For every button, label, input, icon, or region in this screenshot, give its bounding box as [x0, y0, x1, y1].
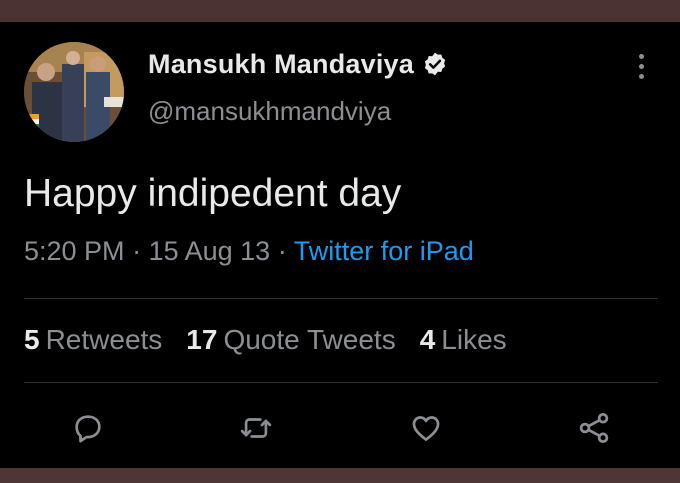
quote-tweets-label: Quote Tweets: [223, 324, 396, 355]
divider: [24, 382, 658, 383]
more-options-icon[interactable]: [630, 54, 652, 84]
photo-frame-bottom: [0, 468, 680, 483]
tweet-stats: 5 Retweets 17 Quote Tweets 4 Likes: [24, 324, 531, 356]
meta-separator: ·: [124, 236, 149, 266]
retweet-icon: [240, 418, 272, 438]
user-handle[interactable]: @mansukhmandviya: [148, 96, 391, 127]
retweets-label: Retweets: [45, 324, 163, 355]
tweet-date[interactable]: 15 Aug 13: [149, 236, 271, 266]
display-name[interactable]: Mansukh Mandaviya: [148, 49, 414, 80]
likes-stat[interactable]: 4 Likes: [420, 324, 507, 356]
likes-count: 4: [419, 324, 436, 355]
like-button[interactable]: [406, 408, 446, 448]
quote-tweets-count: 17: [186, 324, 218, 355]
share-icon: [579, 413, 609, 443]
tweet-time[interactable]: 5:20 PM: [24, 236, 125, 266]
author-name-row[interactable]: Mansukh Mandaviya: [148, 46, 448, 82]
verified-badge-icon: [424, 52, 446, 76]
tweet-actions: [0, 408, 680, 454]
tweet-source-link[interactable]: Twitter for iPad: [294, 236, 474, 266]
tweet-meta: 5:20 PM · 15 Aug 13 · Twitter for iPad: [24, 236, 474, 267]
avatar[interactable]: [24, 42, 124, 142]
share-button[interactable]: [574, 408, 614, 448]
retweet-button[interactable]: [236, 408, 276, 448]
photo-frame-top: [0, 0, 680, 22]
quote-tweets-stat[interactable]: 17 Quote Tweets: [186, 324, 395, 356]
likes-label: Likes: [441, 324, 507, 355]
heart-icon: [412, 416, 440, 441]
tweet-card: Mansukh Mandaviya @mansukhmandviya Happy…: [0, 22, 680, 468]
retweets-stat[interactable]: 5 Retweets: [24, 324, 162, 356]
avatar-photo: [24, 42, 124, 142]
divider: [24, 298, 658, 299]
meta-separator: ·: [270, 236, 294, 266]
reply-button[interactable]: [68, 408, 108, 448]
tweet-text: Happy indipedent day: [24, 172, 402, 215]
reply-icon: [75, 415, 101, 443]
retweets-count: 5: [24, 324, 40, 355]
